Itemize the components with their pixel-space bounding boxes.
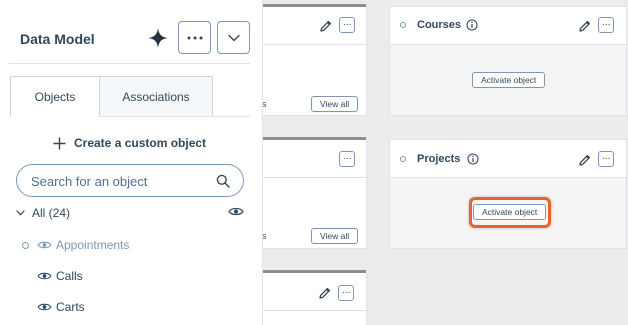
object-card-left-mid: ··· s View all <box>250 137 367 249</box>
activate-object-button[interactable]: Activate object <box>473 204 547 220</box>
tabs-divider <box>100 116 250 117</box>
card-header: ··· <box>251 273 366 311</box>
header-divider <box>9 63 250 64</box>
object-card-projects: Projects ··· Activate object <box>389 139 627 249</box>
activate-object-button[interactable]: Activate object <box>472 72 546 88</box>
card-body: Activate object <box>390 45 626 115</box>
create-custom-object-label: Create a custom object <box>74 136 207 150</box>
status-dot <box>22 241 29 249</box>
list-item-carts[interactable]: Carts <box>37 300 85 314</box>
data-model-panel: Data Model Objects Associations Create a… <box>0 0 263 325</box>
object-card-left-top: ··· s View all <box>250 4 367 116</box>
card-more-button[interactable]: ··· <box>598 151 614 167</box>
sparkle-icon[interactable] <box>147 27 169 49</box>
pencil-icon[interactable] <box>578 153 592 167</box>
tab-associations[interactable]: Associations <box>99 76 213 117</box>
pencil-icon[interactable] <box>578 19 592 33</box>
info-icon[interactable] <box>466 19 478 31</box>
status-dot <box>400 22 406 28</box>
view-all-button[interactable]: View all <box>311 228 359 244</box>
list-item-label: Appointments <box>56 238 130 252</box>
chevron-down-icon <box>227 34 240 41</box>
chevron-down-icon <box>16 210 25 216</box>
list-item-calls[interactable]: Calls <box>37 269 83 283</box>
list-item-label: Carts <box>56 300 85 314</box>
more-options-button[interactable] <box>178 21 211 54</box>
object-search-field[interactable] <box>16 164 244 197</box>
search-input[interactable] <box>31 172 211 190</box>
card-title: Courses <box>417 19 462 31</box>
card-header: Projects ··· <box>390 140 626 178</box>
eye-icon[interactable] <box>37 271 52 281</box>
card-more-button[interactable]: ··· <box>339 17 355 33</box>
list-item-label: Calls <box>56 269 83 283</box>
card-more-button[interactable]: ··· <box>339 151 355 167</box>
eye-icon[interactable] <box>37 302 52 312</box>
eye-icon[interactable] <box>37 240 52 250</box>
object-card-courses: Courses ··· Activate object <box>389 6 627 116</box>
object-card-left-bottom: ··· <box>250 270 367 325</box>
card-more-button[interactable]: ··· <box>338 285 354 301</box>
pencil-icon[interactable] <box>319 19 333 33</box>
card-body: s View all <box>251 178 366 248</box>
view-all-button[interactable]: View all <box>311 96 359 112</box>
card-body: s View all <box>251 45 366 115</box>
card-header: Courses ··· <box>390 7 626 45</box>
card-body: Activate object <box>390 178 626 248</box>
eye-icon[interactable] <box>228 206 244 217</box>
tree-group-all[interactable]: All (24) <box>16 206 70 220</box>
status-dot <box>400 156 406 162</box>
create-custom-object-button[interactable]: Create a custom object <box>53 136 206 150</box>
search-icon[interactable] <box>216 174 230 188</box>
card-more-button[interactable]: ··· <box>598 17 614 33</box>
pencil-icon[interactable] <box>318 286 332 300</box>
more-icon <box>187 36 202 39</box>
collapse-dropdown-button[interactable] <box>217 21 250 54</box>
tab-objects[interactable]: Objects <box>10 76 100 117</box>
info-icon[interactable] <box>467 153 479 165</box>
plus-icon <box>53 137 66 149</box>
card-header: ··· <box>251 140 366 178</box>
card-header: ··· <box>251 7 366 45</box>
card-title: Projects <box>417 153 461 165</box>
list-item-appointments[interactable]: Appointments <box>22 238 129 252</box>
panel-title: Data Model <box>20 31 95 47</box>
tree-group-label: All (24) <box>32 206 71 220</box>
